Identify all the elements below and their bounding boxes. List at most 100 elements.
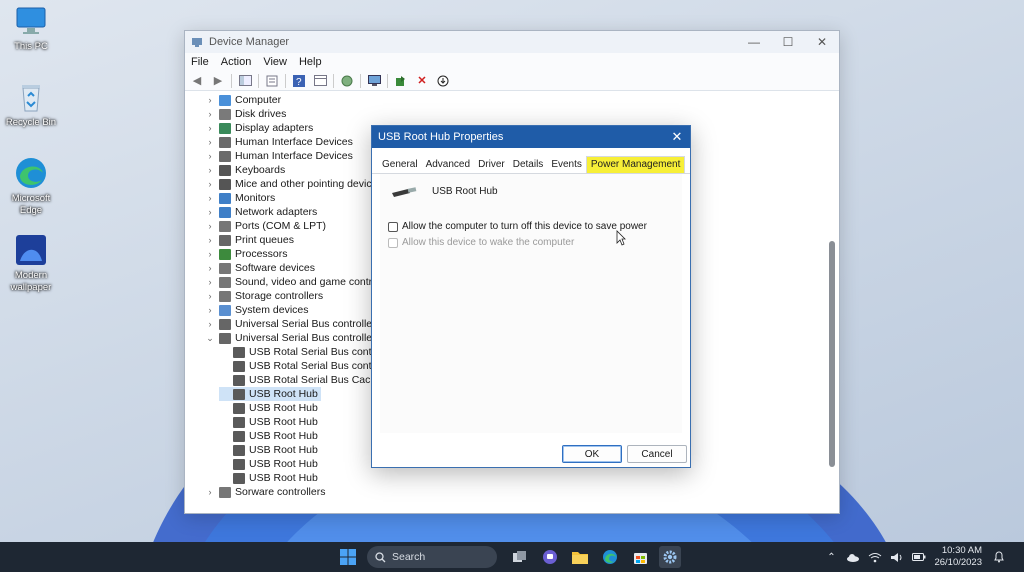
tab-advanced[interactable]: Advanced <box>422 157 474 173</box>
tree-item[interactable]: › Display adapters <box>205 121 314 135</box>
chevron-right-icon[interactable]: › <box>205 207 215 217</box>
chevron-right-icon[interactable]: › <box>205 263 215 273</box>
tree-item[interactable]: USB Root Hub <box>219 457 318 471</box>
microsoft-store-icon[interactable] <box>629 546 651 568</box>
properties-icon[interactable] <box>264 74 280 88</box>
show-hide-console-tree-icon[interactable] <box>237 74 253 88</box>
tree-item[interactable]: › Processors <box>205 247 288 261</box>
cancel-button[interactable]: Cancel <box>627 445 687 463</box>
start-button[interactable] <box>339 548 357 566</box>
ok-button[interactable]: OK <box>562 445 622 463</box>
desktop-icon-recycle-bin[interactable]: Recycle Bin <box>4 80 58 129</box>
chevron-right-icon[interactable]: › <box>205 95 215 105</box>
settings-gear-icon[interactable] <box>659 546 681 568</box>
update-driver-icon[interactable] <box>393 74 409 88</box>
chevron-right-icon[interactable]: › <box>205 151 215 161</box>
tree-item[interactable]: › Software devices <box>205 261 315 275</box>
task-view-icon[interactable] <box>509 546 531 568</box>
tree-item[interactable]: › Mice and other pointing devices <box>205 177 383 191</box>
tree-item[interactable]: USB Rotal Serial Bus controller <box>219 359 395 373</box>
file-explorer-icon[interactable] <box>569 546 591 568</box>
desktop-icon-this-pc[interactable]: This PC <box>4 4 58 53</box>
uninstall-icon[interactable]: ✕ <box>414 74 430 88</box>
chevron-right-icon[interactable]: › <box>205 109 215 119</box>
menu-file[interactable]: File <box>191 56 209 68</box>
tree-item[interactable]: USB Root Hub <box>219 443 318 457</box>
monitor-icon[interactable] <box>366 74 382 88</box>
scrollbar-thumb[interactable] <box>829 241 835 467</box>
forward-arrow-icon[interactable]: ▶ <box>210 74 226 88</box>
close-button[interactable]: ✕ <box>805 35 839 49</box>
desktop-icon-edge[interactable]: Microsoft Edge <box>4 156 58 217</box>
dialog-close-button[interactable]: ✕ <box>664 129 690 145</box>
scan-hardware-icon[interactable] <box>339 74 355 88</box>
maximize-button[interactable]: ☐ <box>771 35 805 49</box>
tree-item[interactable]: USB Root Hub <box>219 471 318 485</box>
vertical-scrollbar[interactable] <box>828 95 836 509</box>
tab-details[interactable]: Details <box>509 157 548 173</box>
tree-item[interactable]: › Sorware controllers <box>205 485 326 499</box>
tree-item[interactable]: › Sound, video and game controllers <box>205 275 398 289</box>
tree-item[interactable]: USB Root Hub <box>219 415 318 429</box>
chevron-right-icon[interactable]: › <box>205 235 215 245</box>
notifications-icon[interactable] <box>992 551 1006 563</box>
chevron-down-icon[interactable]: ⌄ <box>205 333 215 344</box>
chevron-right-icon[interactable]: › <box>205 137 215 147</box>
chevron-right-icon[interactable]: › <box>205 221 215 231</box>
tree-item[interactable]: › System devices <box>205 303 309 317</box>
tree-item[interactable]: › Ports (COM & LPT) <box>205 219 327 233</box>
taskbar-search[interactable]: Search <box>367 546 497 568</box>
tab-events[interactable]: Events <box>547 157 586 173</box>
tab-power-management[interactable]: Power Management <box>585 156 686 173</box>
edge-icon[interactable] <box>599 546 621 568</box>
tree-item[interactable]: › Human Interface Devices <box>205 149 353 163</box>
chevron-right-icon[interactable]: › <box>205 319 215 329</box>
chevron-right-icon[interactable]: › <box>205 165 215 175</box>
back-arrow-icon[interactable]: ◀ <box>189 74 205 88</box>
cloud-icon[interactable] <box>846 551 860 563</box>
tree-item[interactable]: › Keyboards <box>205 163 286 177</box>
help-icon[interactable]: ? <box>291 74 307 88</box>
chevron-right-icon[interactable]: › <box>205 277 215 287</box>
tab-general[interactable]: General <box>378 157 422 173</box>
chevron-right-icon[interactable]: › <box>205 291 215 301</box>
tree-item-selected[interactable]: USB Root Hub <box>219 387 321 401</box>
chevron-right-icon[interactable]: › <box>205 249 215 259</box>
tree-item[interactable]: › Computer <box>205 93 282 107</box>
allow-turn-off-option[interactable]: Allow the computer to turn off this devi… <box>388 221 647 232</box>
chevron-up-icon[interactable]: ⌃ <box>824 551 838 563</box>
chevron-right-icon[interactable]: › <box>205 123 215 133</box>
chevron-right-icon[interactable]: › <box>205 305 215 315</box>
chevron-right-icon[interactable]: › <box>205 487 215 497</box>
allow-turn-off-checkbox[interactable] <box>388 221 398 232</box>
tree-item[interactable]: USB Root Hub <box>219 429 318 443</box>
tree-item[interactable]: USB Rotal Serial Bus controller <box>219 345 395 359</box>
tree-item[interactable]: USB Root Hub <box>219 401 318 415</box>
tree-item[interactable]: › Print queues <box>205 233 294 247</box>
tree-item-label: Mice and other pointing devices <box>235 178 383 190</box>
tree-item[interactable]: › Network adapters <box>205 205 318 219</box>
volume-icon[interactable] <box>890 551 904 563</box>
tree-item[interactable]: › Disk drives <box>205 107 287 121</box>
menu-view[interactable]: View <box>263 56 287 68</box>
window-title: Device Manager <box>209 36 290 48</box>
tree-item[interactable]: USB Rotal Serial Bus Cache <box>219 373 382 387</box>
chevron-right-icon[interactable]: › <box>205 179 215 189</box>
tree-item[interactable]: › Universal Serial Bus controllers <box>205 317 381 331</box>
tab-driver[interactable]: Driver <box>474 157 509 173</box>
tree-item[interactable]: ⌄ Universal Serial Bus controllers <box>205 331 381 345</box>
tree-item[interactable]: › Monitors <box>205 191 276 205</box>
view-icon[interactable] <box>312 74 328 88</box>
menu-help[interactable]: Help <box>299 56 322 68</box>
teams-chat-icon[interactable] <box>539 546 561 568</box>
wifi-icon[interactable] <box>868 551 882 563</box>
minimize-button[interactable]: — <box>737 35 771 49</box>
tree-item[interactable]: › Storage controllers <box>205 289 324 303</box>
disable-device-icon[interactable] <box>435 74 451 88</box>
clock[interactable]: 10:30 AM 26/10/2023 <box>934 545 982 569</box>
tree-item[interactable]: › Human Interface Devices <box>205 135 353 149</box>
desktop-icon-wallpaper[interactable]: Modern wallpaper <box>4 233 58 294</box>
menu-action[interactable]: Action <box>221 56 252 68</box>
chevron-right-icon[interactable]: › <box>205 193 215 203</box>
battery-icon[interactable] <box>912 551 926 563</box>
